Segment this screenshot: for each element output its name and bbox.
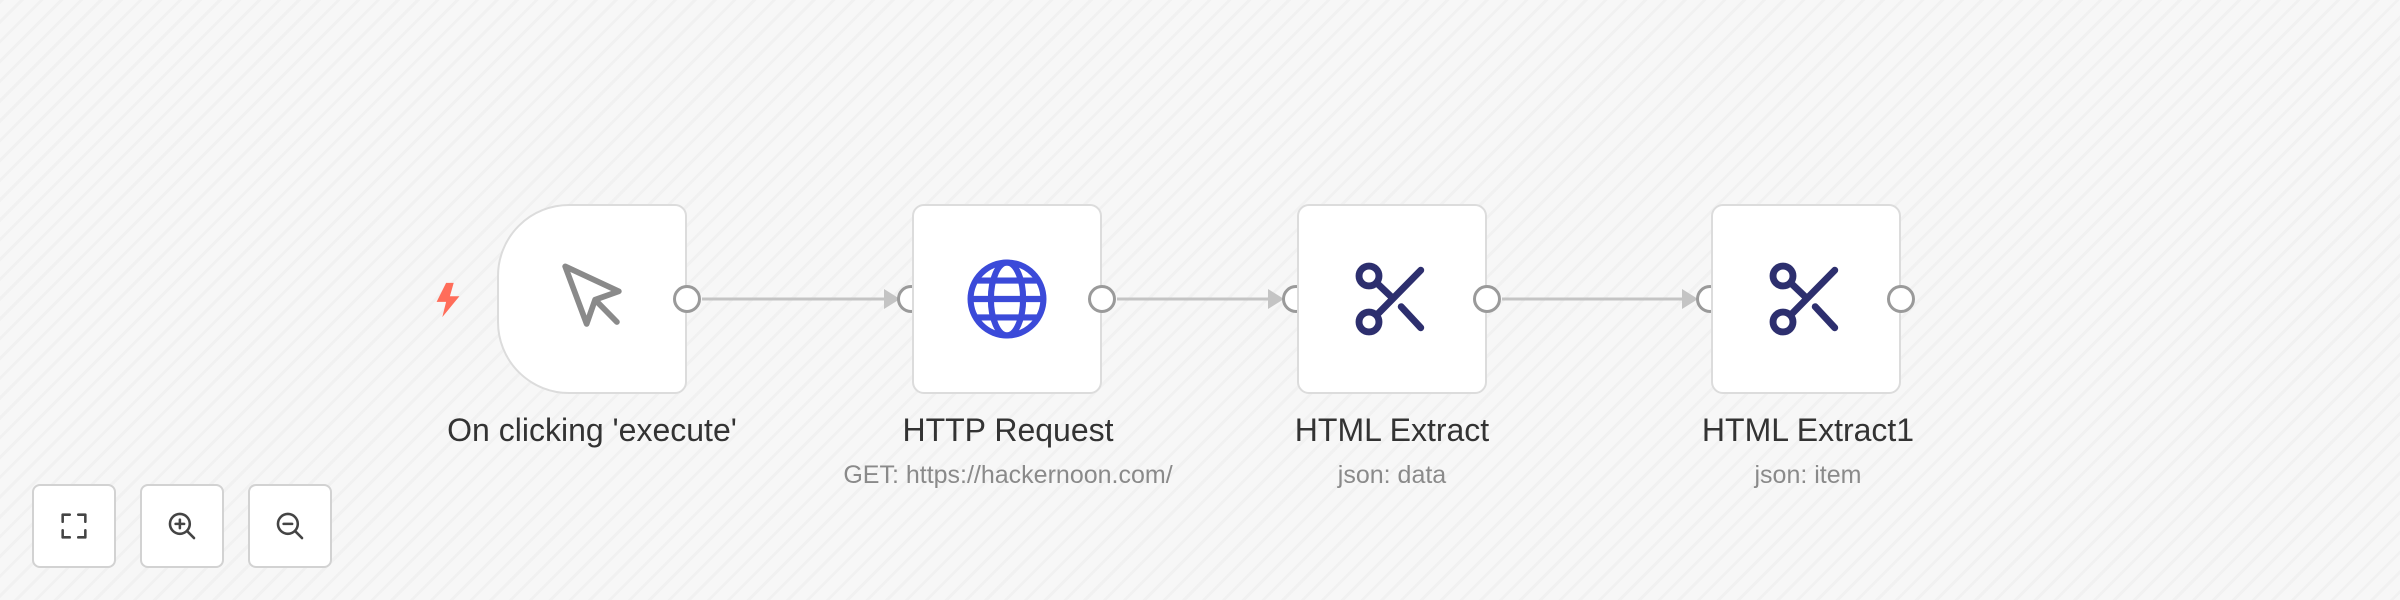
workflow-canvas[interactable]: On clicking 'execute' HTTP Request GET: … [0, 0, 2400, 600]
lightning-icon [436, 282, 460, 318]
zoom-out-icon [276, 512, 304, 540]
connection-2[interactable] [1117, 289, 1284, 309]
node-subtitle: json: item [1754, 461, 1862, 489]
scissors-icon [1769, 262, 1839, 336]
node-title: HTML Extract1 [1701, 412, 1915, 448]
globe-icon [967, 259, 1047, 339]
fit-to-view-button[interactable] [32, 484, 116, 568]
node-html-extract1-output-handle[interactable] [1887, 285, 1915, 313]
fit-to-view-icon [61, 513, 87, 539]
node-title: HTTP Request [902, 412, 1114, 448]
connection-3[interactable] [1502, 289, 1698, 309]
zoom-in-button[interactable] [140, 484, 224, 568]
node-http-request-output-handle[interactable] [1088, 285, 1116, 313]
node-title: On clicking 'execute' [447, 412, 737, 448]
node-http-request[interactable] [912, 204, 1102, 394]
scissors-icon [1355, 262, 1425, 336]
node-html-extract1[interactable] [1711, 204, 1901, 394]
zoom-in-icon [168, 512, 196, 540]
lightning-shape [436, 282, 460, 318]
zoom-out-button[interactable] [248, 484, 332, 568]
node-manual-trigger[interactable] [497, 204, 687, 394]
node-title: HTML Extract [1294, 412, 1490, 448]
connections-layer [702, 289, 1698, 309]
node-manual-trigger-output-handle[interactable] [673, 285, 701, 313]
node-subtitle: json: data [1337, 461, 1447, 489]
node-html-extract-output-handle[interactable] [1473, 285, 1501, 313]
node-html-extract[interactable] [1297, 204, 1487, 394]
cursor-icon [562, 263, 622, 327]
connection-1[interactable] [702, 289, 900, 309]
